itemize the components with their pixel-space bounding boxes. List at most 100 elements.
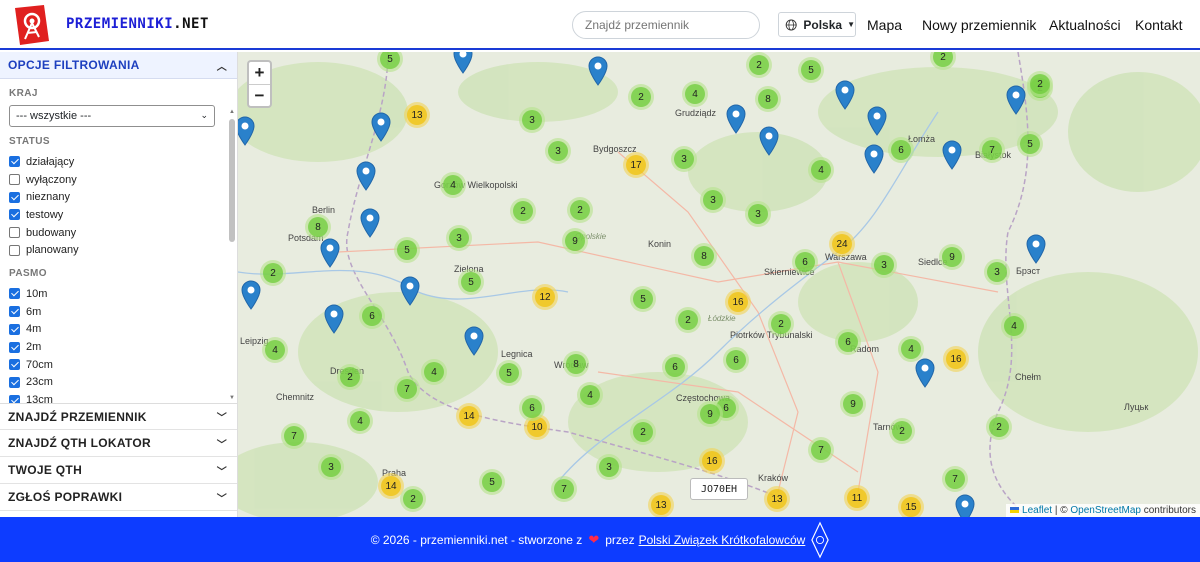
section-report-corrections[interactable]: ZGŁOŚ POPRAWKI ﹀	[0, 484, 237, 511]
status-checkbox[interactable]	[9, 244, 20, 256]
status-checkbox-row[interactable]: nieznany	[9, 188, 237, 206]
marker-cluster[interactable]: 8	[691, 243, 717, 269]
marker-cluster[interactable]: 9	[562, 228, 588, 254]
map-pin-icon[interactable]	[238, 116, 255, 146]
marker-cluster[interactable]: 4	[682, 81, 708, 107]
marker-cluster[interactable]: 6	[888, 137, 914, 163]
marker-cluster[interactable]: 5	[458, 269, 484, 295]
map-pin-icon[interactable]	[1026, 234, 1046, 264]
marker-cluster[interactable]: 7	[394, 376, 420, 402]
kraj-select[interactable]: --- wszystkie --- ⌄	[9, 105, 215, 127]
marker-cluster[interactable]: 2	[675, 307, 701, 333]
status-checkbox-row[interactable]: budowany	[9, 224, 237, 242]
map-canvas[interactable]: Bydgoszcz Grudziądz Berlin Potsdam Gorzó…	[238, 52, 1200, 517]
marker-cluster[interactable]: 12	[532, 284, 558, 310]
marker-cluster[interactable]: 2	[746, 52, 772, 78]
marker-cluster[interactable]: 3	[596, 454, 622, 480]
scroll-up-arrow[interactable]: ▲	[229, 109, 235, 115]
status-checkbox-row[interactable]: wyłączony	[9, 171, 237, 189]
status-checkbox-row[interactable]: testowy	[9, 206, 237, 224]
marker-cluster[interactable]: 3	[984, 259, 1010, 285]
marker-cluster[interactable]: 11	[844, 485, 870, 511]
marker-cluster[interactable]: 2	[986, 414, 1012, 440]
scroll-down-arrow[interactable]: ▼	[229, 395, 235, 401]
marker-cluster[interactable]: 16	[699, 448, 725, 474]
map-pin-icon[interactable]	[867, 106, 887, 136]
marker-cluster[interactable]: 2	[337, 364, 363, 390]
pasmo-checkbox[interactable]	[9, 323, 20, 335]
map-pin-icon[interactable]	[360, 208, 380, 238]
pasmo-checkbox-row[interactable]: 13cm	[9, 391, 237, 403]
marker-cluster[interactable]: 2	[510, 198, 536, 224]
marker-cluster[interactable]: 6	[792, 249, 818, 275]
marker-cluster[interactable]: 4	[347, 408, 373, 434]
pasmo-checkbox-row[interactable]: 6m	[9, 303, 237, 321]
pasmo-checkbox-row[interactable]: 2m	[9, 338, 237, 356]
pzk-logo-icon[interactable]	[811, 521, 830, 559]
map-pin-icon[interactable]	[356, 161, 376, 191]
marker-cluster[interactable]: 2	[567, 197, 593, 223]
marker-cluster[interactable]: 2	[1027, 71, 1053, 97]
section-find-repeater[interactable]: ZNAJDŹ PRZEMIENNIK ﹀	[0, 403, 237, 430]
pzk-link[interactable]: Polski Związek Krótkofalowców	[639, 533, 806, 547]
marker-cluster[interactable]: 17	[623, 152, 649, 178]
map-pin-icon[interactable]	[588, 56, 608, 86]
map-pin-icon[interactable]	[942, 140, 962, 170]
pasmo-checkbox[interactable]	[9, 394, 20, 403]
marker-cluster[interactable]: 13	[648, 492, 674, 517]
map-pin-icon[interactable]	[324, 304, 344, 334]
filter-options-header[interactable]: OPCJE FILTROWANIA ︿	[0, 52, 237, 79]
marker-cluster[interactable]: 5	[394, 237, 420, 263]
map-pin-icon[interactable]	[320, 238, 340, 268]
marker-cluster[interactable]: 9	[840, 391, 866, 417]
marker-cluster[interactable]: 6	[662, 354, 688, 380]
marker-cluster[interactable]: 3	[446, 225, 472, 251]
map-pin-icon[interactable]	[864, 144, 884, 174]
nav-nowy-przemiennik[interactable]: Nowy przemiennik	[922, 17, 1036, 33]
pasmo-checkbox[interactable]	[9, 341, 20, 353]
marker-cluster[interactable]: 7	[808, 437, 834, 463]
status-checkbox[interactable]	[9, 191, 20, 203]
status-checkbox[interactable]	[9, 209, 20, 221]
map-pin-icon[interactable]	[400, 276, 420, 306]
nav-mapa[interactable]: Mapa	[867, 17, 902, 33]
site-brand[interactable]: PRZEMIENNIKI.NET	[66, 16, 209, 32]
marker-cluster[interactable]: 2	[889, 418, 915, 444]
marker-cluster[interactable]: 16	[943, 346, 969, 372]
map-pin-icon[interactable]	[1006, 85, 1026, 115]
marker-cluster[interactable]: 3	[519, 107, 545, 133]
pasmo-checkbox[interactable]	[9, 306, 20, 318]
marker-cluster[interactable]: 2	[630, 419, 656, 445]
marker-cluster[interactable]: 7	[942, 466, 968, 492]
marker-cluster[interactable]: 8	[563, 351, 589, 377]
map-pin-icon[interactable]	[835, 80, 855, 110]
marker-cluster[interactable]: 4	[440, 172, 466, 198]
marker-cluster[interactable]: 5	[479, 469, 505, 495]
pasmo-checkbox[interactable]	[9, 376, 20, 388]
status-checkbox-row[interactable]: działający	[9, 153, 237, 171]
map-pin-icon[interactable]	[726, 104, 746, 134]
pasmo-checkbox[interactable]	[9, 359, 20, 371]
marker-cluster[interactable]: 3	[700, 187, 726, 213]
marker-cluster[interactable]: 2	[260, 260, 286, 286]
marker-cluster[interactable]: 7	[281, 423, 307, 449]
status-checkbox-row[interactable]: planowany	[9, 241, 237, 259]
qth-locator-popup[interactable]: JO70EH	[690, 478, 748, 500]
marker-cluster[interactable]: 6	[835, 329, 861, 355]
marker-cluster[interactable]: 24	[829, 231, 855, 257]
status-checkbox[interactable]	[9, 227, 20, 239]
marker-cluster[interactable]: 2	[768, 311, 794, 337]
osm-link[interactable]: OpenStreetMap	[1070, 505, 1141, 516]
marker-cluster[interactable]: 13	[764, 486, 790, 512]
marker-cluster[interactable]: 9	[939, 244, 965, 270]
status-checkbox[interactable]	[9, 156, 20, 168]
pasmo-checkbox-row[interactable]: 70cm	[9, 356, 237, 374]
marker-cluster[interactable]: 4	[577, 382, 603, 408]
marker-cluster[interactable]: 5	[496, 360, 522, 386]
marker-cluster[interactable]: 3	[745, 201, 771, 227]
marker-cluster[interactable]: 15	[898, 494, 924, 517]
marker-cluster[interactable]: 8	[755, 86, 781, 112]
search-input[interactable]	[572, 11, 760, 39]
marker-cluster[interactable]: 3	[871, 252, 897, 278]
logo-icon[interactable]	[12, 3, 52, 47]
